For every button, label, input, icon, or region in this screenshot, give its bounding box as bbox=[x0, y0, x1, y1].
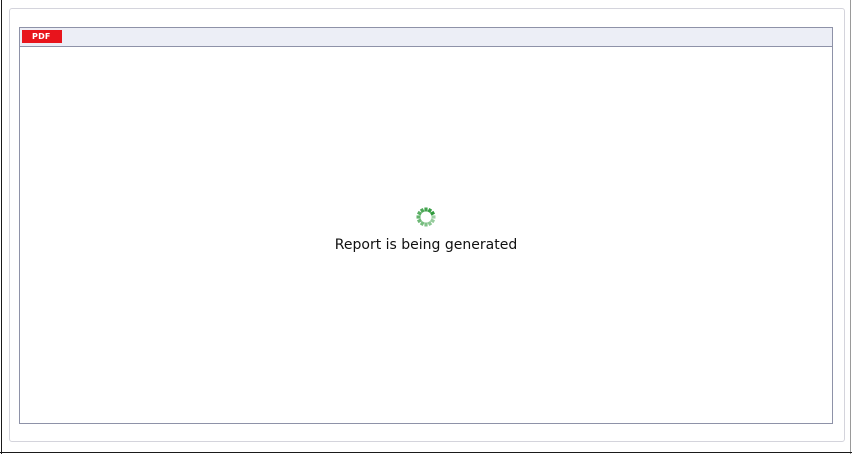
spinner-segment bbox=[427, 207, 433, 214]
window-edge-bottom bbox=[0, 452, 852, 453]
loading-indicator: Report is being generated bbox=[20, 206, 832, 253]
spinner-segment bbox=[429, 218, 436, 224]
spinner-segment bbox=[429, 210, 436, 216]
status-message: Report is being generated bbox=[334, 237, 518, 253]
spinner-segment bbox=[416, 218, 423, 224]
spinner-segment bbox=[419, 220, 425, 227]
spinner-segment bbox=[427, 220, 433, 227]
viewer-toolbar: PDF bbox=[20, 28, 832, 47]
loading-spinner-icon bbox=[416, 207, 436, 227]
export-pdf-button[interactable]: PDF bbox=[22, 30, 62, 43]
window-edge-right bbox=[850, 0, 851, 454]
window-edge-left bbox=[1, 0, 2, 454]
spinner-segment bbox=[419, 207, 425, 214]
spinner-segment bbox=[416, 210, 423, 216]
report-viewer: PDF Report is being generated bbox=[19, 27, 833, 424]
window-frame: PDF Report is being generated bbox=[0, 0, 852, 454]
